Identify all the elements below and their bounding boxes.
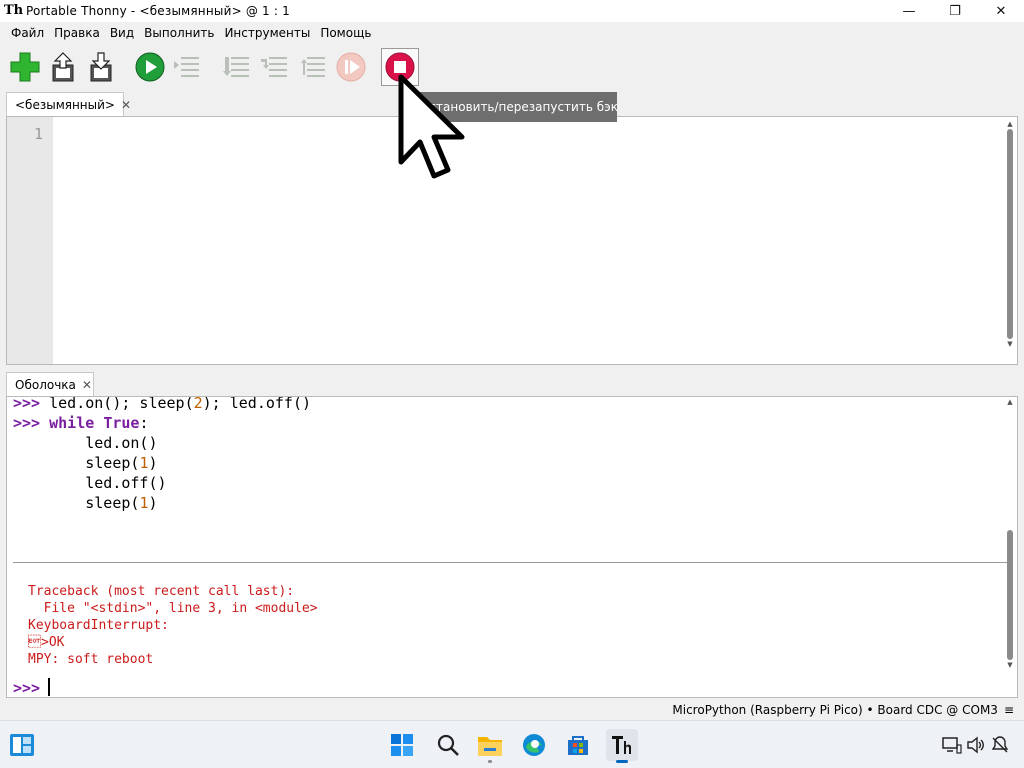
menu-file[interactable]: Файл bbox=[6, 23, 49, 43]
menu-bar: Файл Правка Вид Выполнить Инструменты По… bbox=[0, 23, 376, 43]
shell-input-line[interactable]: >>> bbox=[13, 678, 41, 697]
step-into-icon bbox=[261, 57, 287, 77]
menu-help[interactable]: Помощь bbox=[315, 23, 376, 43]
shell-line: sleep(1) bbox=[49, 454, 158, 472]
search-icon bbox=[437, 734, 459, 756]
shell-scrollbar[interactable]: ▲ ▼ bbox=[1005, 397, 1015, 670]
close-tab-icon[interactable]: ✕ bbox=[82, 378, 92, 392]
run-button[interactable] bbox=[133, 50, 167, 84]
shell-line: >>> while True: bbox=[13, 414, 149, 432]
editor-tab[interactable]: <безымянный> ✕ bbox=[6, 92, 131, 116]
shell-line: >>> led.on(); sleep(2); led.off() bbox=[13, 396, 312, 412]
store-button[interactable] bbox=[562, 729, 594, 761]
mouse-pointer-icon bbox=[398, 74, 465, 179]
shell-prompt: >>> bbox=[13, 679, 41, 697]
open-file-icon bbox=[52, 52, 74, 82]
shell-tab[interactable]: Оболочка ✕ bbox=[6, 372, 94, 396]
traceback-line: >OK bbox=[28, 635, 65, 650]
edge-button[interactable] bbox=[518, 729, 550, 761]
traceback-line: MPY: soft reboot bbox=[28, 652, 154, 667]
file-explorer-icon bbox=[478, 737, 502, 756]
status-menu-icon[interactable]: ≡ bbox=[1004, 703, 1014, 717]
running-indicator bbox=[488, 760, 492, 763]
scroll-down-icon[interactable]: ▼ bbox=[1005, 660, 1015, 670]
scrollbar-thumb[interactable] bbox=[1007, 129, 1013, 339]
menu-tools[interactable]: Инструменты bbox=[219, 23, 315, 43]
title-bar: Th Portable Thonny - <безымянный> @ 1 : … bbox=[0, 0, 1024, 22]
thonny-taskbar-button[interactable] bbox=[606, 729, 638, 763]
step-into-button[interactable] bbox=[258, 50, 292, 84]
save-file-button[interactable] bbox=[84, 50, 118, 84]
maximize-button[interactable]: ❐ bbox=[932, 0, 978, 22]
traceback-line: Traceback (most recent call last): bbox=[28, 584, 295, 599]
shell-tab-label: Оболочка bbox=[15, 377, 76, 392]
start-button[interactable] bbox=[386, 729, 418, 761]
scroll-up-icon[interactable]: ▲ bbox=[1005, 119, 1015, 129]
shell-line: led.off() bbox=[49, 474, 167, 492]
start-icon bbox=[391, 734, 413, 756]
status-bar: MicroPython (Raspberry Pi Pico) • Board … bbox=[0, 700, 1024, 720]
open-file-button[interactable] bbox=[46, 50, 80, 84]
step-over-button[interactable] bbox=[220, 50, 254, 84]
debug-button[interactable] bbox=[170, 50, 204, 84]
store-icon bbox=[568, 736, 588, 755]
debug-icon bbox=[174, 57, 199, 77]
window-title: Portable Thonny - <безымянный> @ 1 : 1 bbox=[26, 4, 290, 18]
run-icon bbox=[135, 52, 165, 82]
thonny-app-icon: Th bbox=[4, 3, 24, 18]
new-file-button[interactable] bbox=[8, 50, 42, 84]
scroll-up-icon[interactable]: ▲ bbox=[1005, 397, 1015, 407]
widgets-icon bbox=[10, 734, 34, 756]
code-editor[interactable]: 1 ▲ ▼ bbox=[6, 116, 1018, 365]
traceback-line: File "<stdin>", line 3, in <module> bbox=[28, 601, 318, 616]
notification-button[interactable] bbox=[984, 729, 1016, 761]
shell-prompt: >>> bbox=[13, 396, 41, 412]
close-button[interactable]: ✕ bbox=[978, 0, 1024, 22]
interpreter-status[interactable]: MicroPython (Raspberry Pi Pico) • Board … bbox=[672, 703, 998, 717]
edge-icon bbox=[523, 734, 545, 756]
menu-run[interactable]: Выполнить bbox=[139, 23, 219, 43]
save-file-icon bbox=[90, 52, 112, 82]
search-button[interactable] bbox=[432, 729, 464, 761]
step-out-icon bbox=[301, 57, 325, 77]
text-cursor bbox=[48, 678, 50, 696]
resume-icon bbox=[336, 52, 366, 82]
toolbar bbox=[0, 46, 1024, 88]
shell-line: sleep(1) bbox=[49, 494, 158, 512]
menu-edit[interactable]: Правка bbox=[49, 23, 105, 43]
menu-view[interactable]: Вид bbox=[105, 23, 139, 43]
notification-icon bbox=[991, 736, 1009, 753]
line-number-gutter: 1 bbox=[7, 117, 53, 364]
step-over-icon bbox=[223, 57, 249, 77]
shell-line: led.on() bbox=[49, 434, 158, 452]
widgets-button[interactable] bbox=[6, 729, 38, 761]
network-icon bbox=[942, 737, 962, 754]
window-controls: — ❐ ✕ bbox=[886, 0, 1024, 22]
resume-button[interactable] bbox=[334, 50, 368, 84]
editor-tab-label: <безымянный> bbox=[15, 97, 115, 112]
thonny-icon bbox=[612, 736, 631, 754]
new-file-icon bbox=[10, 52, 40, 82]
file-explorer-button[interactable] bbox=[474, 729, 506, 763]
traceback-line: KeyboardInterrupt: bbox=[28, 618, 169, 633]
shell-prompt: >>> bbox=[13, 414, 41, 432]
close-tab-icon[interactable]: ✕ bbox=[121, 98, 131, 112]
editor-scrollbar[interactable]: ▲ ▼ bbox=[1005, 119, 1015, 349]
step-out-button[interactable] bbox=[296, 50, 330, 84]
volume-icon bbox=[967, 736, 984, 754]
scroll-down-icon[interactable]: ▼ bbox=[1005, 339, 1015, 349]
scrollbar-thumb[interactable] bbox=[1007, 530, 1013, 660]
line-number: 1 bbox=[33, 125, 43, 143]
windows-taskbar bbox=[0, 720, 1024, 768]
shell-console[interactable]: >>> led.on(); sleep(2); led.off() >>> wh… bbox=[6, 396, 1018, 698]
shell-separator bbox=[13, 562, 1007, 563]
minimize-button[interactable]: — bbox=[886, 0, 932, 22]
active-indicator bbox=[616, 760, 628, 763]
